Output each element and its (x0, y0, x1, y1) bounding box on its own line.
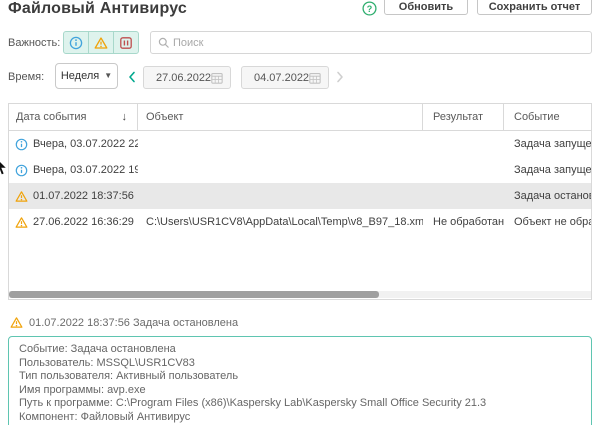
svg-text:?: ? (367, 4, 373, 14)
warning-icon (15, 216, 28, 229)
events-table: Дата события ↓ Объект Результат Событие … (8, 103, 592, 300)
event-date: Вчера, 03.07.2022 22:57:36 (33, 138, 138, 150)
detail-line: Компонент: Файловый Антивирус (19, 410, 191, 423)
prev-period-button[interactable] (128, 70, 136, 88)
filter-critical-button[interactable] (114, 32, 138, 53)
info-icon (69, 36, 83, 49)
help-icon[interactable]: ? (362, 1, 377, 16)
detail-header: 01.07.2022 18:37:56 Задача остановлена (10, 316, 238, 329)
detail-line: Имя программы: avp.exe (19, 383, 146, 396)
chevron-down-icon: ▼ (104, 71, 113, 80)
detail-panel: Событие: Задача остановлена Пользователь… (8, 336, 592, 425)
detail-line: Тип пользователя: Активный пользователь (19, 370, 239, 382)
event-object: C:\Users\USR1CV8\AppData\Local\Temp\v8_B… (146, 216, 423, 228)
mouse-cursor (0, 157, 8, 182)
sort-desc-icon[interactable]: ↓ (122, 111, 128, 123)
calendar-icon (211, 72, 223, 84)
date-to-value: 04.07.2022 (254, 71, 310, 84)
warning-icon (10, 316, 23, 329)
warning-icon (94, 36, 108, 49)
search-box (150, 31, 592, 54)
table-row[interactable]: Вчера, 03.07.2022 22:57:36 Задача запуще… (9, 131, 591, 157)
date-from-field[interactable]: 27.06.2022 (143, 66, 231, 89)
column-header-date[interactable]: Дата события ↓ (9, 104, 138, 130)
column-header-object[interactable]: Объект (138, 104, 423, 130)
critical-icon (120, 36, 132, 49)
event-date: 27.06.2022 16:36:29 (33, 216, 134, 228)
period-dropdown[interactable]: Неделя ▼ (55, 63, 118, 89)
event-name: Объект не обработан (514, 216, 592, 228)
save-report-button[interactable]: Сохранить отчет (477, 0, 592, 15)
info-icon (15, 164, 28, 177)
filter-warning-button[interactable] (89, 32, 114, 53)
importance-label: Важность: (8, 37, 61, 49)
severity-filter-group (63, 31, 139, 54)
event-name: Задача запущена (514, 138, 592, 150)
warning-icon (15, 190, 28, 203)
period-value: Неделя (60, 70, 100, 82)
time-label: Время: (8, 71, 45, 83)
calendar-icon (309, 72, 321, 84)
event-name: Задача остановлена (514, 190, 591, 202)
search-icon (158, 37, 169, 48)
horizontal-scrollbar[interactable] (9, 291, 591, 298)
column-header-event[interactable]: Событие (504, 104, 591, 130)
scrollbar-thumb[interactable] (9, 291, 379, 298)
table-row[interactable]: Вчера, 03.07.2022 19:56:12 Задача запуще… (9, 157, 591, 183)
event-name: Задача запущена (514, 164, 592, 176)
report-window: Файловый Антивирус ? Обновить Сохранить … (0, 0, 600, 425)
date-to-field[interactable]: 04.07.2022 (241, 66, 329, 89)
table-row-selected[interactable]: 01.07.2022 18:37:56 Задача остановлена (9, 183, 591, 209)
detail-line: Путь к программе: C:\Program Files (x86)… (19, 397, 487, 409)
search-input[interactable] (173, 32, 588, 53)
info-icon (15, 138, 28, 151)
date-from-value: 27.06.2022 (156, 71, 212, 84)
detail-header-text: 01.07.2022 18:37:56 Задача остановлена (29, 316, 239, 329)
detail-line: Событие: Задача остановлена (19, 343, 176, 355)
refresh-button[interactable]: Обновить (384, 0, 468, 15)
detail-line: Пользователь: MSSQL\USR1CV83 (19, 356, 195, 369)
filter-info-button[interactable] (64, 32, 89, 53)
event-date: Вчера, 03.07.2022 19:56:12 (33, 164, 138, 176)
event-date: 01.07.2022 18:37:56 (33, 190, 134, 202)
column-header-result[interactable]: Результат (423, 104, 504, 130)
page-title: Файловый Антивирус (8, 0, 188, 17)
table-header: Дата события ↓ Объект Результат Событие (9, 104, 591, 131)
next-period-button[interactable] (336, 70, 344, 88)
event-result: Не обработано (433, 216, 504, 228)
table-row[interactable]: 27.06.2022 16:36:29 C:\Users\USR1CV8\App… (9, 209, 591, 235)
